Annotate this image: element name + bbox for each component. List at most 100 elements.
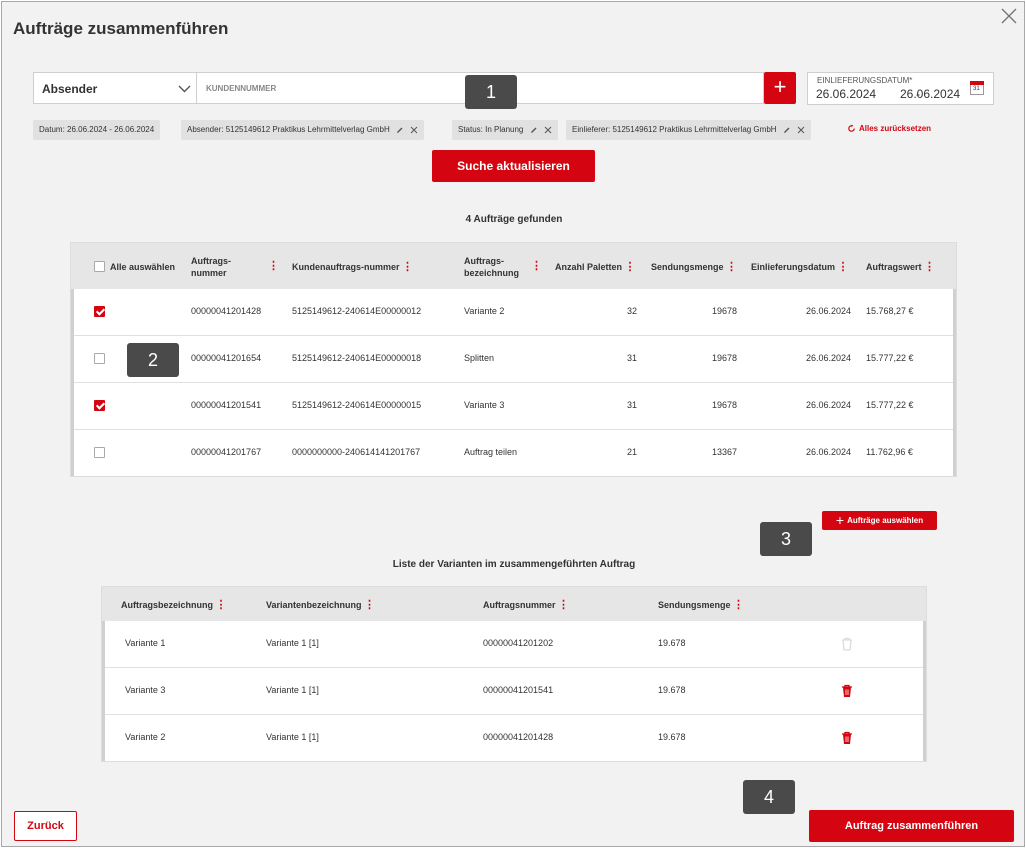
- row-divider: [102, 621, 105, 761]
- filter-chip-label: Status: In Planung: [458, 125, 524, 134]
- cell-date: 26.06.2024: [805, 353, 851, 363]
- header-designation[interactable]: Auftrags-bezeichnung: [464, 255, 519, 279]
- header-shipment-qty[interactable]: Sendungsmenge ⋮: [651, 261, 737, 273]
- header-variant[interactable]: Variantenbezeichnung ⋮: [266, 599, 375, 611]
- row-checkbox[interactable]: [94, 400, 105, 411]
- scrollbar[interactable]: [923, 621, 926, 761]
- header-qty[interactable]: Sendungsmenge ⋮: [658, 599, 744, 611]
- add-filter-button[interactable]: +: [764, 72, 796, 104]
- cell-qty: 13367: [711, 447, 737, 457]
- annotation-badge-4: 4: [743, 780, 795, 814]
- pencil-icon[interactable]: [783, 126, 791, 134]
- cell-designation: Variante 2: [125, 732, 166, 742]
- column-menu-icon: ⋮: [215, 599, 227, 611]
- filter-chip-deliverer: Einlieferer: 5125149612 Praktikus Lehrmi…: [566, 120, 812, 140]
- back-button[interactable]: Zurück: [14, 811, 77, 841]
- close-icon[interactable]: [999, 6, 1019, 26]
- cell-order-no: 00000041201428: [483, 732, 554, 742]
- filter-chip-sender: Absender: 5125149612 Praktikus Lehrmitte…: [181, 120, 425, 140]
- column-menu-icon: ⋮: [364, 599, 376, 611]
- close-icon[interactable]: [797, 126, 805, 134]
- delivery-date-range[interactable]: EINLIEFERUNGSDATUM* 26.06.2024 - 26.06.2…: [807, 72, 994, 105]
- cell-variant: Variante 1 [1]: [266, 685, 319, 695]
- column-menu-icon: ⋮: [624, 261, 636, 273]
- scrollbar[interactable]: [953, 289, 956, 476]
- column-menu-icon[interactable]: ⋮: [268, 260, 279, 272]
- cell-customer-order-no: 5125149612-240614E00000015: [292, 400, 422, 410]
- column-menu-icon: ⋮: [558, 599, 570, 611]
- delivery-date-label: EINLIEFERUNGSDATUM*: [817, 76, 913, 85]
- row-checkbox[interactable]: [94, 306, 105, 317]
- calendar-icon[interactable]: 31: [970, 81, 984, 95]
- cell-variant: Variante 1 [1]: [266, 732, 319, 742]
- plus-icon: +: [835, 512, 845, 529]
- header-delivery-date[interactable]: Einlieferungsdatum ⋮: [751, 261, 849, 273]
- header-order-no[interactable]: Auftrags-nummer: [191, 255, 231, 279]
- cell-pallets: 31: [626, 353, 637, 363]
- close-icon[interactable]: [544, 126, 552, 134]
- cell-qty: 19.678: [658, 638, 686, 648]
- header-order-no[interactable]: Auftragsnummer ⋮: [483, 599, 569, 611]
- select-orders-label: Aufträge auswählen: [847, 516, 924, 525]
- cell-qty: 19678: [711, 353, 737, 363]
- table-row[interactable]: 00000041201654 5125149612-240614E0000001…: [71, 336, 956, 383]
- list-item: Variante 1 Variante 1 [1] 00000041201202…: [102, 621, 926, 668]
- filter-chip-label: Absender: 5125149612 Praktikus Lehrmitte…: [187, 125, 390, 134]
- row-checkbox[interactable]: [94, 447, 105, 458]
- column-menu-icon: ⋮: [402, 261, 414, 273]
- cell-designation: Splitten: [464, 353, 495, 363]
- cell-designation: Variante 1: [125, 638, 166, 648]
- close-icon[interactable]: [410, 126, 418, 134]
- select-orders-button[interactable]: + Aufträge auswählen: [822, 511, 937, 530]
- column-menu-icon: ⋮: [726, 261, 738, 273]
- cell-designation: Variante 3: [125, 685, 166, 695]
- cell-order-no: 00000041201767: [191, 447, 262, 457]
- update-search-button[interactable]: Suche aktualisieren: [432, 150, 595, 182]
- header-select-all: Alle auswählen: [110, 262, 176, 272]
- cell-qty: 19.678: [658, 732, 686, 742]
- table-row[interactable]: 00000041201767 0000000000-24061414120176…: [71, 430, 956, 477]
- pencil-icon[interactable]: [396, 126, 404, 134]
- filter-chip-status: Status: In Planung: [452, 120, 558, 140]
- select-all-checkbox[interactable]: [94, 261, 105, 272]
- variants-list-title: Liste der Varianten im zusammengeführten…: [392, 559, 636, 570]
- trash-icon[interactable]: [841, 684, 853, 698]
- merge-order-button[interactable]: Auftrag zusammenführen: [809, 810, 1014, 842]
- chevron-down-icon: [178, 85, 191, 93]
- annotation-badge-2: 2: [127, 343, 179, 377]
- search-field-select[interactable]: Absender: [33, 72, 197, 104]
- header-designation[interactable]: Auftragsbezeichnung ⋮: [121, 599, 227, 611]
- header-customer-order-no[interactable]: Kundenauftrags-nummer ⋮: [292, 261, 413, 273]
- cell-pallets: 31: [626, 400, 637, 410]
- orders-table-header: Alle auswählen Auftrags-nummer ⋮ Kundena…: [71, 243, 956, 289]
- reset-all-label: Alles zurücksetzen: [859, 124, 932, 133]
- column-menu-icon: ⋮: [733, 599, 745, 611]
- header-order-value[interactable]: Auftragswert ⋮: [866, 261, 935, 273]
- orders-table: Alle auswählen Auftrags-nummer ⋮ Kundena…: [70, 242, 957, 477]
- header-pallets[interactable]: Anzahl Paletten ⋮: [555, 261, 636, 273]
- column-menu-icon[interactable]: ⋮: [531, 260, 542, 272]
- table-row[interactable]: 00000041201428 5125149612-240614E0000001…: [71, 289, 956, 336]
- cell-qty: 19.678: [658, 685, 686, 695]
- cell-customer-order-no: 5125149612-240614E00000012: [292, 306, 422, 316]
- cell-date: 26.06.2024: [805, 306, 851, 316]
- list-item: Variante 3 Variante 1 [1] 00000041201541…: [102, 668, 926, 715]
- cell-value: 15.768,27 €: [866, 306, 914, 316]
- cell-designation: Auftrag teilen: [464, 447, 518, 457]
- cell-variant: Variante 1 [1]: [266, 638, 319, 648]
- trash-icon-disabled: [842, 637, 852, 651]
- pencil-icon[interactable]: [530, 126, 538, 134]
- row-checkbox[interactable]: [94, 353, 105, 364]
- calendar-day: 31: [973, 86, 980, 92]
- cell-date: 26.06.2024: [805, 447, 851, 457]
- cell-qty: 19678: [711, 400, 737, 410]
- cell-designation: Variante 3: [464, 400, 505, 410]
- cell-order-no: 00000041201541: [483, 685, 554, 695]
- cell-value: 11.762,96 €: [866, 447, 913, 457]
- table-row[interactable]: 00000041201541 5125149612-240614E0000001…: [71, 383, 956, 430]
- date-from: 26.06.2024: [816, 87, 877, 101]
- annotation-badge-1: 1: [465, 75, 517, 109]
- cell-date: 26.06.2024: [805, 400, 851, 410]
- trash-icon[interactable]: [841, 731, 853, 745]
- reset-all-link[interactable]: Alles zurücksetzen: [847, 124, 931, 133]
